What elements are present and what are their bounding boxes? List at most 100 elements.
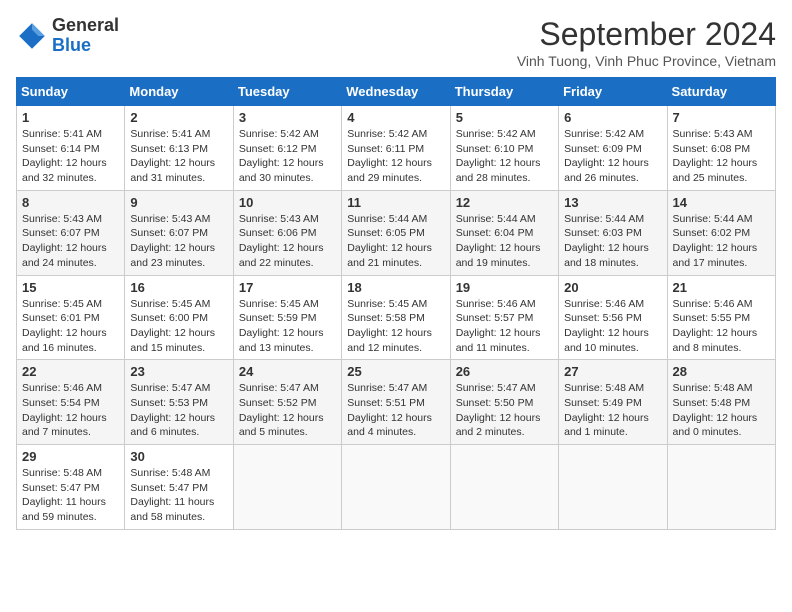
table-row: 5 Sunrise: 5:42 AMSunset: 6:10 PMDayligh…	[450, 106, 558, 191]
weekday-header-friday: Friday	[559, 78, 667, 106]
day-info: Sunrise: 5:48 AMSunset: 5:48 PMDaylight:…	[673, 381, 770, 440]
day-number: 20	[564, 280, 661, 295]
day-info: Sunrise: 5:42 AMSunset: 6:11 PMDaylight:…	[347, 127, 444, 186]
day-number: 5	[456, 110, 553, 125]
table-row: 15 Sunrise: 5:45 AMSunset: 6:01 PMDaylig…	[17, 275, 125, 360]
day-number: 17	[239, 280, 336, 295]
day-info: Sunrise: 5:46 AMSunset: 5:56 PMDaylight:…	[564, 297, 661, 356]
day-number: 21	[673, 280, 770, 295]
day-info: Sunrise: 5:47 AMSunset: 5:52 PMDaylight:…	[239, 381, 336, 440]
day-info: Sunrise: 5:48 AMSunset: 5:49 PMDaylight:…	[564, 381, 661, 440]
table-row: 1 Sunrise: 5:41 AMSunset: 6:14 PMDayligh…	[17, 106, 125, 191]
day-number: 1	[22, 110, 119, 125]
table-row: 22 Sunrise: 5:46 AMSunset: 5:54 PMDaylig…	[17, 360, 125, 445]
day-number: 18	[347, 280, 444, 295]
day-number: 13	[564, 195, 661, 210]
location-subtitle: Vinh Tuong, Vinh Phuc Province, Vietnam	[517, 53, 776, 69]
day-info: Sunrise: 5:41 AMSunset: 6:13 PMDaylight:…	[130, 127, 227, 186]
table-row: 2 Sunrise: 5:41 AMSunset: 6:13 PMDayligh…	[125, 106, 233, 191]
day-info: Sunrise: 5:42 AMSunset: 6:10 PMDaylight:…	[456, 127, 553, 186]
day-info: Sunrise: 5:44 AMSunset: 6:05 PMDaylight:…	[347, 212, 444, 271]
day-info: Sunrise: 5:43 AMSunset: 6:08 PMDaylight:…	[673, 127, 770, 186]
day-number: 12	[456, 195, 553, 210]
day-number: 27	[564, 364, 661, 379]
day-number: 25	[347, 364, 444, 379]
table-row: 18 Sunrise: 5:45 AMSunset: 5:58 PMDaylig…	[342, 275, 450, 360]
table-row: 25 Sunrise: 5:47 AMSunset: 5:51 PMDaylig…	[342, 360, 450, 445]
table-row: 28 Sunrise: 5:48 AMSunset: 5:48 PMDaylig…	[667, 360, 775, 445]
table-row: 23 Sunrise: 5:47 AMSunset: 5:53 PMDaylig…	[125, 360, 233, 445]
table-row: 11 Sunrise: 5:44 AMSunset: 6:05 PMDaylig…	[342, 190, 450, 275]
logo-icon	[16, 20, 48, 52]
day-number: 14	[673, 195, 770, 210]
day-info: Sunrise: 5:48 AMSunset: 5:47 PMDaylight:…	[130, 466, 227, 525]
day-info: Sunrise: 5:46 AMSunset: 5:55 PMDaylight:…	[673, 297, 770, 356]
day-number: 26	[456, 364, 553, 379]
table-row: 24 Sunrise: 5:47 AMSunset: 5:52 PMDaylig…	[233, 360, 341, 445]
table-row	[233, 445, 341, 530]
weekday-header-wednesday: Wednesday	[342, 78, 450, 106]
day-info: Sunrise: 5:46 AMSunset: 5:54 PMDaylight:…	[22, 381, 119, 440]
table-row: 16 Sunrise: 5:45 AMSunset: 6:00 PMDaylig…	[125, 275, 233, 360]
table-row: 10 Sunrise: 5:43 AMSunset: 6:06 PMDaylig…	[233, 190, 341, 275]
day-number: 3	[239, 110, 336, 125]
table-row: 17 Sunrise: 5:45 AMSunset: 5:59 PMDaylig…	[233, 275, 341, 360]
page-header: General Blue September 2024 Vinh Tuong, …	[16, 16, 776, 69]
table-row: 30 Sunrise: 5:48 AMSunset: 5:47 PMDaylig…	[125, 445, 233, 530]
day-info: Sunrise: 5:45 AMSunset: 5:59 PMDaylight:…	[239, 297, 336, 356]
day-info: Sunrise: 5:44 AMSunset: 6:04 PMDaylight:…	[456, 212, 553, 271]
day-number: 28	[673, 364, 770, 379]
day-number: 15	[22, 280, 119, 295]
table-row: 21 Sunrise: 5:46 AMSunset: 5:55 PMDaylig…	[667, 275, 775, 360]
day-info: Sunrise: 5:42 AMSunset: 6:09 PMDaylight:…	[564, 127, 661, 186]
table-row: 8 Sunrise: 5:43 AMSunset: 6:07 PMDayligh…	[17, 190, 125, 275]
day-info: Sunrise: 5:44 AMSunset: 6:03 PMDaylight:…	[564, 212, 661, 271]
day-info: Sunrise: 5:42 AMSunset: 6:12 PMDaylight:…	[239, 127, 336, 186]
day-number: 6	[564, 110, 661, 125]
day-info: Sunrise: 5:47 AMSunset: 5:50 PMDaylight:…	[456, 381, 553, 440]
day-number: 23	[130, 364, 227, 379]
day-number: 10	[239, 195, 336, 210]
weekday-header-thursday: Thursday	[450, 78, 558, 106]
day-number: 24	[239, 364, 336, 379]
table-row: 13 Sunrise: 5:44 AMSunset: 6:03 PMDaylig…	[559, 190, 667, 275]
table-row	[342, 445, 450, 530]
day-number: 9	[130, 195, 227, 210]
day-info: Sunrise: 5:41 AMSunset: 6:14 PMDaylight:…	[22, 127, 119, 186]
day-info: Sunrise: 5:43 AMSunset: 6:06 PMDaylight:…	[239, 212, 336, 271]
day-number: 19	[456, 280, 553, 295]
calendar-table: SundayMondayTuesdayWednesdayThursdayFrid…	[16, 77, 776, 530]
weekday-header-sunday: Sunday	[17, 78, 125, 106]
table-row: 3 Sunrise: 5:42 AMSunset: 6:12 PMDayligh…	[233, 106, 341, 191]
table-row: 20 Sunrise: 5:46 AMSunset: 5:56 PMDaylig…	[559, 275, 667, 360]
table-row: 26 Sunrise: 5:47 AMSunset: 5:50 PMDaylig…	[450, 360, 558, 445]
table-row: 6 Sunrise: 5:42 AMSunset: 6:09 PMDayligh…	[559, 106, 667, 191]
day-info: Sunrise: 5:46 AMSunset: 5:57 PMDaylight:…	[456, 297, 553, 356]
table-row: 19 Sunrise: 5:46 AMSunset: 5:57 PMDaylig…	[450, 275, 558, 360]
weekday-header-monday: Monday	[125, 78, 233, 106]
day-number: 22	[22, 364, 119, 379]
table-row: 9 Sunrise: 5:43 AMSunset: 6:07 PMDayligh…	[125, 190, 233, 275]
table-row: 4 Sunrise: 5:42 AMSunset: 6:11 PMDayligh…	[342, 106, 450, 191]
day-number: 7	[673, 110, 770, 125]
day-number: 29	[22, 449, 119, 464]
day-info: Sunrise: 5:47 AMSunset: 5:51 PMDaylight:…	[347, 381, 444, 440]
table-row: 12 Sunrise: 5:44 AMSunset: 6:04 PMDaylig…	[450, 190, 558, 275]
day-number: 2	[130, 110, 227, 125]
table-row: 7 Sunrise: 5:43 AMSunset: 6:08 PMDayligh…	[667, 106, 775, 191]
day-info: Sunrise: 5:48 AMSunset: 5:47 PMDaylight:…	[22, 466, 119, 525]
table-row	[667, 445, 775, 530]
day-info: Sunrise: 5:45 AMSunset: 6:01 PMDaylight:…	[22, 297, 119, 356]
day-number: 4	[347, 110, 444, 125]
weekday-header-tuesday: Tuesday	[233, 78, 341, 106]
day-number: 8	[22, 195, 119, 210]
logo-text: General Blue	[52, 16, 119, 56]
day-number: 11	[347, 195, 444, 210]
table-row	[559, 445, 667, 530]
day-info: Sunrise: 5:43 AMSunset: 6:07 PMDaylight:…	[130, 212, 227, 271]
day-info: Sunrise: 5:43 AMSunset: 6:07 PMDaylight:…	[22, 212, 119, 271]
day-info: Sunrise: 5:45 AMSunset: 5:58 PMDaylight:…	[347, 297, 444, 356]
day-info: Sunrise: 5:47 AMSunset: 5:53 PMDaylight:…	[130, 381, 227, 440]
logo: General Blue	[16, 16, 119, 56]
day-number: 30	[130, 449, 227, 464]
